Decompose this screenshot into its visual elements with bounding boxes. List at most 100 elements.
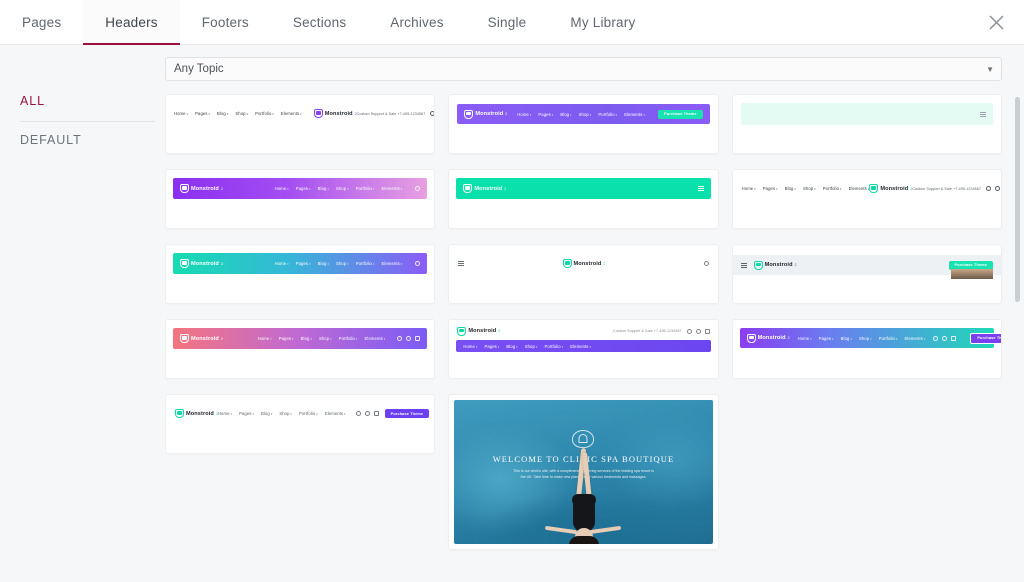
header-template-11[interactable]: Monstroid 2 Custom Support & Sale +7-495… [448, 319, 719, 379]
nav-item-portfolio: Portfolio [299, 411, 318, 416]
tab-single[interactable]: Single [466, 0, 549, 45]
brand-name: Monstroid [191, 335, 219, 342]
header-template-10[interactable]: Monstroid 2 Home Pages Blog Shop Portfol… [165, 319, 436, 379]
utility-icons [430, 111, 435, 116]
template-grid-scroll[interactable]: Home Pages Blog Shop Portfolio Elements … [165, 81, 1016, 582]
nav-item-shop: Shop [279, 411, 292, 416]
purchase-theme-button[interactable]: Purchase Theme [970, 332, 1001, 344]
nav-item-pages: Pages [819, 336, 834, 341]
brand-logo: Monstroid 2 [313, 109, 357, 118]
brand-name: Monstroid [880, 185, 909, 192]
hamburger-menu-icon[interactable] [697, 186, 704, 191]
account-icon[interactable] [406, 336, 412, 341]
header-template-13[interactable]: Monstroid 2 Home Pages Blog Shop Portfol… [165, 394, 436, 454]
brand-logo: Monstroid 2 [457, 326, 501, 336]
nav-item-shop: Shop [336, 261, 349, 266]
nav-item-home: Home [218, 411, 232, 416]
preview-bar [740, 103, 993, 125]
scrollbar-thumb[interactable] [1015, 97, 1020, 302]
preview-photo [951, 269, 993, 279]
header-template-8[interactable]: Monstroid 2 [448, 244, 719, 304]
tab-sections[interactable]: Sections [271, 0, 368, 45]
search-icon[interactable] [933, 335, 939, 341]
preview-bar: Monstroid 2 [449, 253, 717, 274]
preview-bar: Monstroid 2 Home Pages Blog Shop Portfol… [173, 328, 428, 349]
nav-item-elements: Elements [570, 344, 591, 349]
cart-icon[interactable] [373, 411, 379, 416]
header-template-9[interactable]: Monstroid 2 Purchase Theme [731, 244, 1002, 304]
hamburger-menu-icon[interactable] [458, 261, 465, 266]
nav-item-blog: Blog [785, 186, 796, 191]
shield-logo-icon [180, 259, 189, 268]
brand-logo: Monstroid 2 [463, 184, 506, 193]
header-template-3[interactable] [731, 94, 1002, 154]
brand-superscript: 2 [220, 186, 223, 191]
brand-name: Monstroid [324, 110, 353, 117]
vertical-scrollbar[interactable] [1015, 97, 1020, 574]
header-template-1[interactable]: Home Pages Blog Shop Portfolio Elements … [165, 94, 436, 154]
account-icon[interactable] [695, 328, 701, 334]
purchase-theme-button[interactable]: Purchase Theme [384, 409, 430, 418]
cart-icon[interactable] [951, 335, 957, 341]
shield-logo-icon [562, 259, 572, 268]
brand-logo: Monstroid 2 [180, 334, 223, 343]
preview-bar: Home Pages Blog Shop Portfolio Elements … [733, 178, 1001, 199]
twitter-icon[interactable] [994, 186, 1000, 191]
search-icon[interactable] [355, 411, 361, 416]
nav-item-blog: Blog [841, 336, 852, 341]
preview-bar: Monstroid 2 [456, 178, 711, 199]
brand-superscript: 2 [794, 263, 797, 267]
brand-logo: Monstroid 2 [562, 259, 605, 268]
filter-row: Any Topic ▼ [165, 45, 1016, 81]
header-template-4[interactable]: Monstroid 2 Home Pages Blog Shop Portfol… [165, 169, 436, 229]
nav-item-home: Home [275, 261, 289, 266]
tab-archives[interactable]: Archives [368, 0, 465, 45]
search-icon[interactable] [415, 186, 421, 191]
account-icon[interactable] [364, 411, 370, 416]
tab-footers[interactable]: Footers [180, 0, 271, 45]
header-template-6[interactable]: Home Pages Blog Shop Portfolio Elements … [731, 169, 1002, 229]
nav-item-elements: Elements [849, 186, 870, 191]
brand-superscript: 2 [505, 112, 508, 116]
nav-item-home: Home [275, 186, 289, 191]
search-icon[interactable] [686, 328, 692, 334]
shield-logo-icon [464, 109, 474, 119]
nav-item-shop: Shop [859, 336, 872, 341]
preview-bar: Monstroid 2 Home Pages Blog Shop Portfol… [457, 104, 710, 124]
cart-icon[interactable] [704, 328, 710, 334]
sidebar-item-all[interactable]: ALL [20, 83, 155, 121]
tab-headers[interactable]: Headers [83, 0, 181, 46]
nav-item-home: Home [742, 186, 756, 191]
header-template-5[interactable]: Monstroid 2 [448, 169, 719, 229]
hamburger-menu-icon[interactable] [980, 111, 986, 117]
hamburger-menu-icon[interactable] [740, 262, 747, 268]
sidebar-item-default[interactable]: DEFAULT [20, 122, 155, 160]
nav-item-blog: Blog [560, 112, 571, 117]
search-icon[interactable] [703, 261, 709, 266]
nav-item-blog: Blog [301, 336, 312, 341]
tab-my-library[interactable]: My Library [548, 0, 657, 45]
header-template-2[interactable]: Monstroid 2 Home Pages Blog Shop Portfol… [448, 94, 719, 154]
search-icon[interactable] [397, 336, 403, 341]
nav-item-blog: Blog [261, 411, 272, 416]
cart-icon[interactable] [415, 336, 421, 341]
search-icon[interactable] [415, 261, 421, 266]
search-icon[interactable] [430, 111, 435, 116]
tab-pages[interactable]: Pages [0, 0, 83, 45]
account-icon[interactable] [942, 335, 948, 341]
header-template-14[interactable]: WELCOME TO CLINIC SPA BOUTIQUE This is o… [448, 394, 719, 550]
header-template-7[interactable]: Monstroid 2 Home Pages Blog Shop Portfol… [165, 244, 436, 304]
nav-item-elements: Elements [382, 186, 403, 191]
close-icon[interactable] [968, 0, 1024, 44]
figure-hair [569, 536, 600, 544]
utility-icons [933, 335, 957, 341]
purchase-theme-button[interactable]: Purchase Theme [658, 109, 703, 119]
brand-superscript: 2 [498, 329, 501, 333]
header-template-12[interactable]: Monstroid 2 Home Pages Blog Shop Portfol… [731, 319, 1002, 379]
nav-item-home: Home [517, 112, 531, 117]
preview-nav: Home Pages Blog Shop Portfolio Elements [463, 344, 591, 349]
topic-select[interactable]: Any Topic ▼ [165, 57, 1002, 81]
facebook-icon[interactable] [985, 186, 991, 191]
chevron-down-icon: ▼ [986, 64, 994, 74]
shield-logo-icon [313, 109, 323, 118]
